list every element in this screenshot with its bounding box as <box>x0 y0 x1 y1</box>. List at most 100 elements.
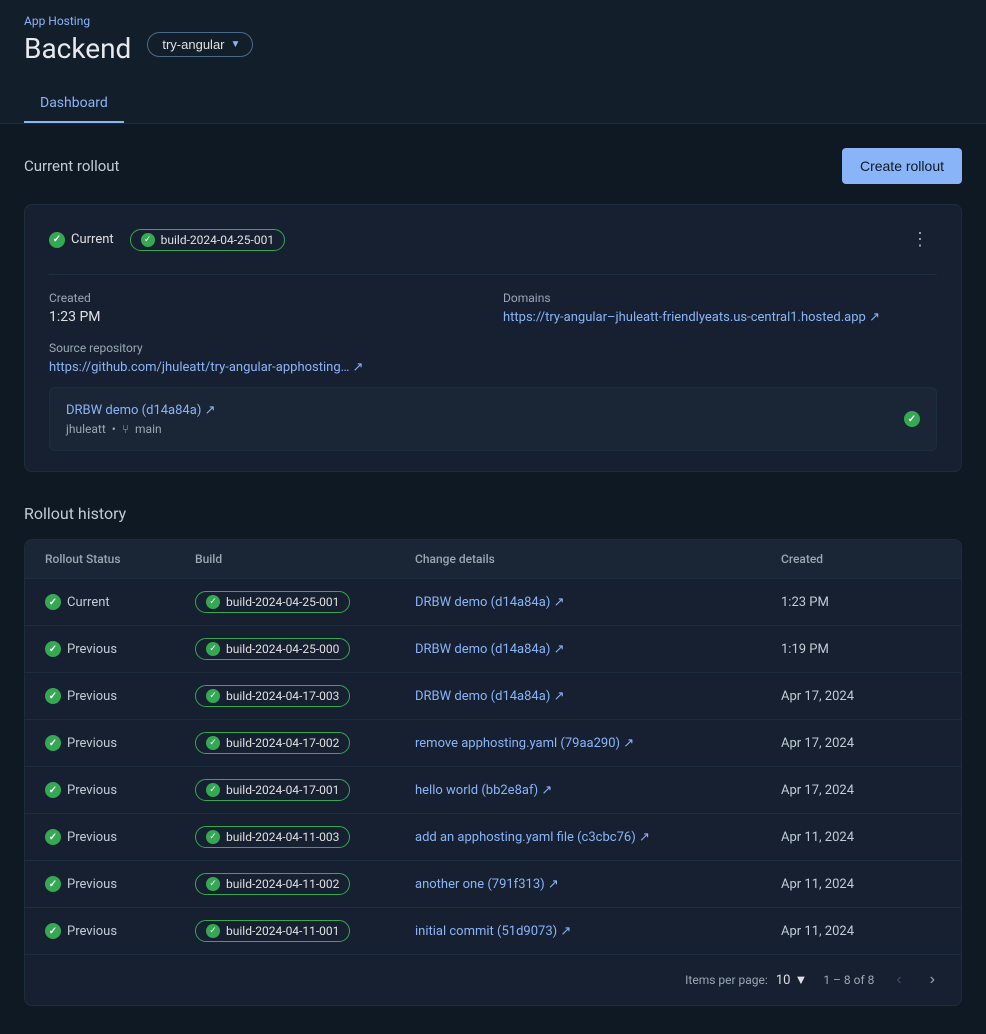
row-status-icon <box>45 641 61 657</box>
bullet: • <box>112 422 116 436</box>
commit-meta: jhuleatt • ⑂ main <box>66 422 215 436</box>
prev-page-button[interactable]: ‹ <box>890 967 907 993</box>
change-link[interactable]: DRBW demo (d14a84a) ↗ <box>415 595 564 610</box>
td-created: 1:19 PM <box>781 642 941 657</box>
items-chevron-icon: ▼ <box>794 972 807 988</box>
td-change: add an apphosting.yaml file (c3cbc76) ↗ <box>415 830 781 845</box>
row-build-check-icon: ✓ <box>206 642 220 656</box>
top-bar: App Hosting Backend try-angular ▼ Dashbo… <box>0 0 986 124</box>
source-repo-label: Source repository <box>49 341 937 355</box>
td-change: remove apphosting.yaml (79aa290) ↗ <box>415 736 781 751</box>
created-col: Created 1:23 PM <box>49 291 483 325</box>
td-build: ✓ build-2024-04-11-002 <box>195 873 415 895</box>
table-row: Previous ✓ build-2024-04-17-003 DRBW dem… <box>25 673 961 720</box>
change-link[interactable]: hello world (bb2e8af) ↗ <box>415 783 552 798</box>
row-build-badge: ✓ build-2024-04-17-001 <box>195 779 350 801</box>
domains-link[interactable]: https://try-angular–jhuleatt-friendlyeat… <box>503 310 880 325</box>
branch-selector[interactable]: try-angular ▼ <box>147 32 253 57</box>
commit-status-icon <box>904 411 920 427</box>
col-build: Build <box>195 552 415 566</box>
table-row: Previous ✓ build-2024-04-17-002 remove a… <box>25 720 961 767</box>
created-label: Created <box>49 291 483 305</box>
td-status: Previous <box>45 641 195 657</box>
td-change: DRBW demo (d14a84a) ↗ <box>415 642 781 657</box>
more-options-button[interactable]: ⋮ <box>903 225 937 254</box>
branch-icon: ⑂ <box>122 422 129 436</box>
row-build-check-icon: ✓ <box>206 595 220 609</box>
td-created: Apr 17, 2024 <box>781 736 941 751</box>
status-dot-icon <box>49 232 65 248</box>
table-header: Rollout Status Build Change details Crea… <box>25 540 961 579</box>
change-link[interactable]: initial commit (51d9073) ↗ <box>415 924 571 939</box>
td-status: Previous <box>45 782 195 798</box>
row-build-badge: ✓ build-2024-04-11-003 <box>195 826 350 848</box>
row-status-icon <box>45 782 61 798</box>
create-rollout-button[interactable]: Create rollout <box>842 148 962 184</box>
row-status-icon <box>45 688 61 704</box>
col-created: Created <box>781 552 941 566</box>
td-created: Apr 11, 2024 <box>781 924 941 939</box>
table-row: Previous ✓ build-2024-04-17-001 hello wo… <box>25 767 961 814</box>
td-build: ✓ build-2024-04-25-001 <box>195 591 415 613</box>
external-link-icon: ↗ <box>554 595 565 610</box>
chevron-down-icon: ▼ <box>231 39 241 50</box>
td-change: DRBW demo (d14a84a) ↗ <box>415 595 781 610</box>
td-status: Previous <box>45 923 195 939</box>
table-row: Previous ✓ build-2024-04-11-003 add an a… <box>25 814 961 861</box>
td-build: ✓ build-2024-04-17-003 <box>195 685 415 707</box>
external-link-icon: ↗ <box>548 877 559 892</box>
table-body: Current ✓ build-2024-04-25-001 DRBW demo… <box>25 579 961 954</box>
td-created: 1:23 PM <box>781 595 941 610</box>
row-status-icon <box>45 594 61 610</box>
current-rollout-header: Current rollout Create rollout <box>24 148 962 184</box>
table-row: Current ✓ build-2024-04-25-001 DRBW demo… <box>25 579 961 626</box>
change-link[interactable]: DRBW demo (d14a84a) ↗ <box>415 689 564 704</box>
rollout-card-header: Current ✓ build-2024-04-25-001 ⋮ <box>49 225 937 254</box>
current-rollout-card: Current ✓ build-2024-04-25-001 ⋮ Created… <box>24 204 962 472</box>
td-change: another one (791f313) ↗ <box>415 877 781 892</box>
change-link[interactable]: DRBW demo (d14a84a) ↗ <box>415 642 564 657</box>
td-change: DRBW demo (d14a84a) ↗ <box>415 689 781 704</box>
td-build: ✓ build-2024-04-11-003 <box>195 826 415 848</box>
td-created: Apr 11, 2024 <box>781 830 941 845</box>
td-status: Previous <box>45 735 195 751</box>
row-build-check-icon: ✓ <box>206 689 220 703</box>
build-id-badge: ✓ build-2024-04-25-001 <box>130 229 285 251</box>
next-page-button[interactable]: › <box>924 967 941 993</box>
commit-user: jhuleatt <box>66 422 106 436</box>
history-table: Rollout Status Build Change details Crea… <box>24 539 962 1006</box>
td-created: Apr 11, 2024 <box>781 877 941 892</box>
change-link[interactable]: another one (791f313) ↗ <box>415 877 559 892</box>
card-divider <box>49 274 937 275</box>
created-value: 1:23 PM <box>49 309 483 325</box>
table-row: Previous ✓ build-2024-04-25-000 DRBW dem… <box>25 626 961 673</box>
td-build: ✓ build-2024-04-17-001 <box>195 779 415 801</box>
row-status-icon <box>45 876 61 892</box>
external-link-icon: ↗ <box>560 924 571 939</box>
row-build-check-icon: ✓ <box>206 830 220 844</box>
change-link[interactable]: add an apphosting.yaml file (c3cbc76) ↗ <box>415 830 650 845</box>
row-status-icon <box>45 735 61 751</box>
row-build-badge: ✓ build-2024-04-25-000 <box>195 638 350 660</box>
row-build-check-icon: ✓ <box>206 877 220 891</box>
branch-name: try-angular <box>162 37 224 52</box>
current-rollout-title: Current rollout <box>24 157 119 175</box>
content-area: Current rollout Create rollout Current ✓… <box>0 124 986 1030</box>
source-repo-link[interactable]: https://github.com/jhuleatt/try-angular-… <box>49 360 363 375</box>
tab-dashboard[interactable]: Dashboard <box>24 85 124 123</box>
row-build-badge: ✓ build-2024-04-17-002 <box>195 732 350 754</box>
change-link[interactable]: remove apphosting.yaml (79aa290) ↗ <box>415 736 634 751</box>
table-row: Previous ✓ build-2024-04-11-001 initial … <box>25 908 961 954</box>
td-created: Apr 17, 2024 <box>781 783 941 798</box>
backend-title: Backend <box>24 32 131 65</box>
commit-title-link[interactable]: DRBW demo (d14a84a) ↗ <box>66 403 215 418</box>
rollout-info-grid: Created 1:23 PM Domains https://try-angu… <box>49 291 937 325</box>
items-per-page: Items per page: 10 ▼ <box>685 972 807 988</box>
rollout-card-header-left: Current ✓ build-2024-04-25-001 <box>49 229 285 251</box>
items-per-page-select[interactable]: 10 ▼ <box>776 972 808 988</box>
row-build-check-icon: ✓ <box>206 783 220 797</box>
domains-label: Domains <box>503 291 937 305</box>
commit-branch: main <box>135 422 162 436</box>
table-row: Previous ✓ build-2024-04-11-002 another … <box>25 861 961 908</box>
row-build-badge: ✓ build-2024-04-17-003 <box>195 685 350 707</box>
